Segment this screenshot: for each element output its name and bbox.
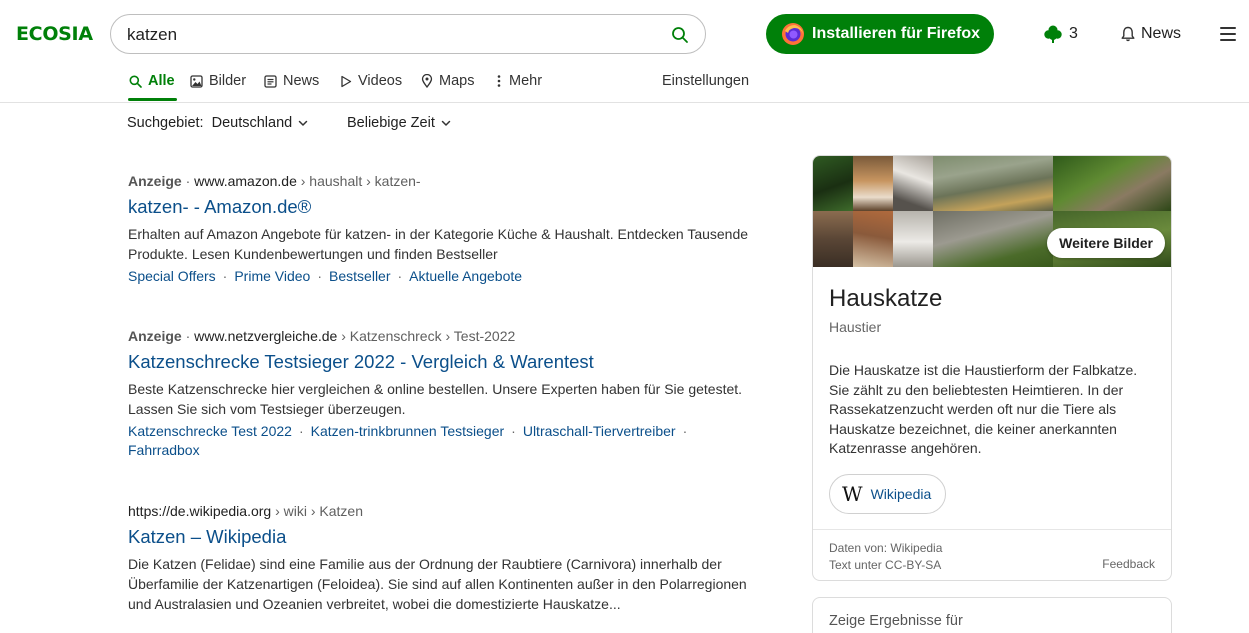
page: ECOSIA Installieren für Firefox 3 — [0, 0, 1249, 633]
ad-badge: Anzeige — [128, 328, 182, 344]
sitelink[interactable]: Bestseller — [329, 268, 390, 284]
result-title[interactable]: katzen- - Amazon.de® — [128, 194, 758, 220]
news-label: News — [1141, 25, 1182, 42]
wikipedia-icon: W — [842, 482, 863, 506]
sitelink[interactable]: Prime Video — [234, 268, 310, 284]
news-icon — [264, 74, 277, 88]
result-snippet: Die Katzen (Felidae) sind eine Familie a… — [128, 556, 747, 612]
entity-description: Die Hauskatze ist die Haustierform der F… — [829, 362, 1138, 457]
search-icon — [129, 75, 142, 88]
hamburger-menu-icon[interactable] — [1220, 27, 1236, 41]
search-input[interactable] — [127, 24, 647, 46]
search-bar[interactable] — [110, 14, 706, 54]
tab-label: Bilder — [209, 73, 247, 89]
tree-counter[interactable]: 3 — [1043, 24, 1078, 44]
result-snippet: Beste Katzenschrecke hier vergleichen & … — [128, 381, 743, 417]
chevron-down-icon — [441, 120, 451, 126]
knowledge-panel: Weitere Bilder Hauskatze Haustier Die Ha… — [812, 155, 1172, 581]
map-pin-icon — [421, 74, 433, 88]
cat-photo[interactable] — [933, 156, 1053, 211]
license-label: Text unter CC-BY-SA — [829, 558, 942, 572]
tree-icon — [1044, 25, 1062, 43]
entity-subtitle: Haustier — [829, 319, 882, 335]
more-images-button[interactable]: Weitere Bilder — [1047, 228, 1165, 258]
firefox-icon — [782, 23, 804, 45]
cat-photo[interactable] — [893, 156, 933, 211]
tab-label: Einstellungen — [662, 73, 750, 89]
tab-label: Alle — [148, 73, 175, 89]
source-label: Daten von: Wikipedia — [829, 541, 943, 555]
sitelink[interactable]: Special Offers — [128, 268, 216, 284]
show-results-for-card: Zeige Ergebnisse für — [812, 597, 1172, 633]
cat-photo[interactable] — [813, 211, 853, 267]
cat-photo[interactable] — [813, 156, 853, 211]
search-result-ad-netzvergleiche: Anzeige · www.netzvergleiche.de › Katzen… — [128, 327, 758, 460]
result-domain: www.amazon.de — [194, 173, 297, 189]
bell-icon — [1121, 26, 1135, 42]
tab-videos[interactable]: Videos — [340, 70, 402, 92]
result-path: › wiki › Katzen — [271, 503, 364, 519]
sitelink[interactable]: Ultraschall-Tiervertreiber — [523, 423, 676, 439]
result-url: Anzeige · www.amazon.de › haushalt › kat… — [128, 173, 421, 189]
region-filter-label: Suchgebiet: — [127, 115, 204, 131]
result-url: Anzeige · www.netzvergleiche.de › Katzen… — [128, 328, 516, 344]
cat-photo[interactable] — [893, 211, 933, 267]
tab-label: Videos — [358, 73, 403, 89]
sitelink[interactable]: Katzenschrecke Test 2022 — [128, 423, 292, 439]
search-icon[interactable] — [671, 26, 689, 44]
result-snippet: Erhalten auf Amazon Angebote für katzen-… — [128, 226, 749, 262]
tab-all[interactable]: Alle — [129, 70, 175, 92]
search-result-wikipedia: https://de.wikipedia.org › wiki › Katzen… — [128, 502, 758, 614]
active-tab-indicator — [128, 98, 177, 101]
show-results-for-label: Zeige Ergebnisse für — [829, 613, 963, 629]
chevron-down-icon — [298, 120, 308, 126]
result-domain: www.netzvergleiche.de — [194, 328, 338, 344]
tab-images[interactable]: Bilder — [190, 70, 246, 92]
install-firefox-button[interactable]: Installieren für Firefox — [766, 14, 994, 54]
news-button[interactable]: News — [1121, 25, 1181, 43]
result-sitelinks: Special Offers · Prime Video · Bestseller · Ak… — [128, 268, 523, 284]
cat-photo[interactable] — [853, 156, 893, 211]
time-filter[interactable]: Beliebige Zeit — [347, 115, 451, 131]
tree-count: 3 — [1069, 25, 1078, 42]
ad-badge: Anzeige — [128, 173, 182, 189]
cat-photo[interactable] — [853, 211, 893, 267]
search-tabs: Alle Bilder News Videos Maps Mehr Einste… — [0, 60, 1249, 103]
source-info: Daten von: Wikipedia Text unter CC-BY-SA — [829, 540, 942, 574]
search-result-ad-amazon: Anzeige · www.amazon.de › haushalt › kat… — [128, 172, 758, 286]
more-vertical-icon — [497, 75, 501, 87]
ecosia-logo[interactable]: ECOSIA — [16, 23, 93, 45]
cat-photo[interactable] — [1053, 156, 1171, 211]
result-url: https://de.wikipedia.org › wiki › Katzen — [128, 502, 758, 520]
image-strip[interactable]: Weitere Bilder — [813, 156, 1171, 267]
wikipedia-label: Wikipedia — [870, 486, 932, 502]
sitelink[interactable]: Fahrradbox — [128, 442, 200, 458]
cat-photo[interactable] — [933, 211, 1053, 267]
tab-label: Maps — [439, 73, 475, 89]
tab-more[interactable]: Mehr — [495, 70, 542, 92]
region-filter[interactable]: Suchgebiet: Deutschland — [127, 115, 308, 131]
tab-label: Mehr — [509, 73, 543, 89]
tab-maps[interactable]: Maps — [421, 70, 474, 92]
play-icon — [341, 75, 352, 87]
tab-label: News — [283, 73, 320, 89]
install-label: Installieren für Firefox — [812, 25, 981, 42]
feedback-link[interactable]: Feedback — [1102, 557, 1155, 571]
sitelink[interactable]: Aktuelle Angebote — [409, 268, 522, 284]
wikipedia-button[interactable]: W Wikipedia — [829, 474, 947, 514]
time-filter-value: Beliebige Zeit — [347, 115, 435, 131]
sitelink[interactable]: Katzen-trinkbrunnen Testsieger — [311, 423, 505, 439]
divider — [813, 529, 1171, 530]
image-icon — [190, 74, 203, 88]
tab-settings[interactable]: Einstellungen — [662, 70, 749, 92]
result-path: › haushalt › katzen- — [296, 173, 421, 189]
result-title[interactable]: Katzen – Wikipedia — [128, 524, 758, 550]
result-title[interactable]: Katzenschrecke Testsieger 2022 - Verglei… — [128, 349, 758, 375]
result-sitelinks: Katzenschrecke Test 2022 · Katzen-trinkbru… — [128, 423, 688, 458]
result-path: › Katzenschreck › Test-2022 — [337, 328, 516, 344]
region-filter-value: Deutschland — [211, 115, 293, 131]
tab-news[interactable]: News — [264, 70, 319, 92]
result-domain: https://de.wikipedia.org — [128, 503, 272, 519]
entity-title: Hauskatze — [829, 285, 943, 312]
